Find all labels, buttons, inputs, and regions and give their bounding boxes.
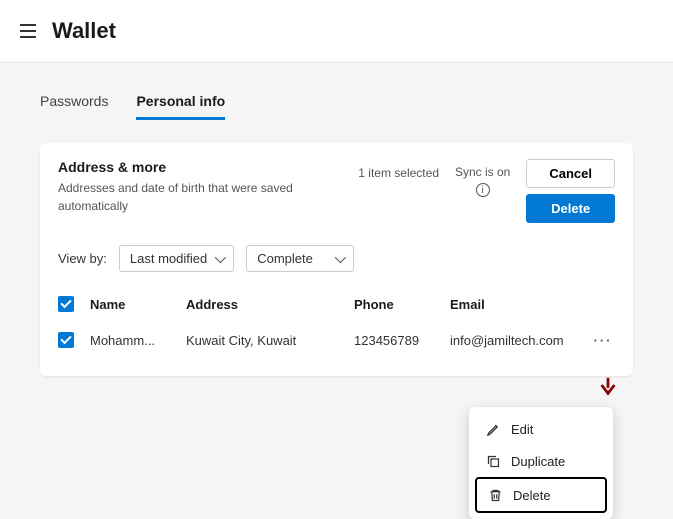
menu-item-edit[interactable]: Edit [475,413,607,445]
sort-value: Last modified [130,251,207,266]
header-phone[interactable]: Phone [354,297,442,312]
menu-label-delete: Delete [513,488,551,503]
select-all-checkbox[interactable] [58,296,74,312]
view-by-label: View by: [58,251,107,266]
menu-item-delete[interactable]: Delete [475,477,607,513]
trash-icon [487,487,503,503]
cell-email: info@jamiltech.com [450,333,583,348]
section-description: Addresses and date of birth that were sa… [58,179,303,215]
sync-status: Sync is on i [455,165,510,197]
menu-label-edit: Edit [511,422,533,437]
content-area: Passwords Personal info Address & more A… [0,63,673,406]
tab-personal-info[interactable]: Personal info [136,93,225,120]
menu-label-duplicate: Duplicate [511,454,565,469]
cancel-button[interactable]: Cancel [526,159,615,188]
chevron-down-icon [215,251,226,262]
sort-dropdown[interactable]: Last modified [119,245,234,272]
tab-bar: Passwords Personal info [40,93,633,121]
menu-item-duplicate[interactable]: Duplicate [475,445,607,477]
sync-label: Sync is on [455,165,510,179]
cell-address: Kuwait City, Kuwait [186,333,346,348]
chevron-down-icon [335,251,346,262]
cell-name: Mohamm... [90,333,178,348]
delete-button[interactable]: Delete [526,194,615,223]
pencil-icon [485,421,501,437]
annotation-arrow-icon [597,375,619,402]
page-title: Wallet [52,18,116,44]
filter-dropdown[interactable]: Complete [246,245,354,272]
hamburger-menu-icon[interactable] [20,24,36,38]
tab-passwords[interactable]: Passwords [40,93,108,120]
cell-phone: 123456789 [354,333,442,348]
address-table: Name Address Phone Email Mohamm... Kuwai… [40,286,633,376]
section-title: Address & more [58,159,342,175]
row-checkbox[interactable] [58,332,74,348]
table-row[interactable]: Mohamm... Kuwait City, Kuwait 123456789 … [58,322,615,358]
header-email[interactable]: Email [450,297,583,312]
app-header: Wallet [0,0,673,63]
card-header: Address & more Addresses and date of bir… [40,143,633,241]
header-name[interactable]: Name [90,297,178,312]
selection-status: 1 item selected [358,165,439,182]
header-actions: Cancel Delete [526,159,615,223]
context-menu: Edit Duplicate Delete [469,407,613,519]
table-header-row: Name Address Phone Email [58,286,615,322]
header-address[interactable]: Address [186,297,346,312]
copy-icon [485,453,501,469]
section-info: Address & more Addresses and date of bir… [58,159,342,215]
view-controls: View by: Last modified Complete [40,241,633,286]
filter-value: Complete [257,251,313,266]
more-options-icon[interactable]: ··· [594,333,613,348]
info-icon[interactable]: i [476,183,490,197]
address-card: Address & more Addresses and date of bir… [40,143,633,376]
